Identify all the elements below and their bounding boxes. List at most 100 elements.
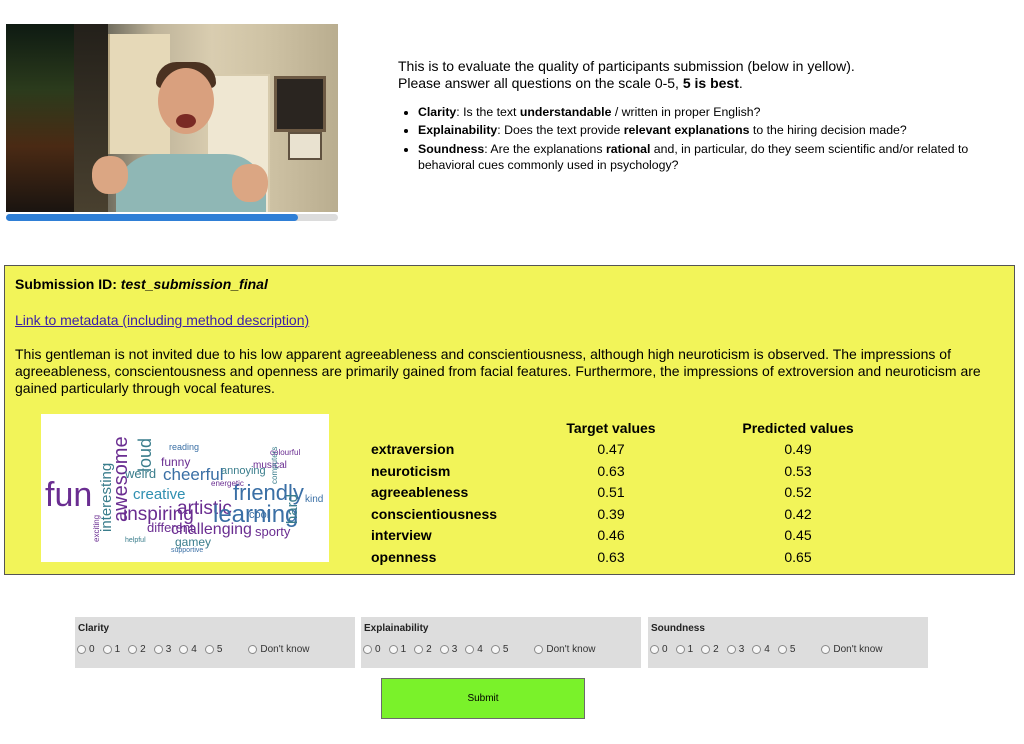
- criterion-t1: : Does the text provide: [497, 123, 624, 138]
- word-cloud-word: reading: [169, 442, 199, 452]
- criterion-t2: / written in proper English?: [611, 105, 761, 119]
- trait-predicted-value: 0.49: [784, 441, 812, 457]
- instructions-line2: Please answer all questions on the scale…: [398, 75, 1018, 92]
- trait-predicted-value: 0.52: [784, 484, 812, 501]
- predicted-values-header: Predicted values: [742, 420, 854, 436]
- instructions-line2-prefix: Please answer all questions on the scale…: [398, 75, 683, 91]
- video-frame[interactable]: [6, 24, 338, 212]
- radio-button[interactable]: [821, 645, 831, 654]
- word-cloud-word: weird: [124, 466, 156, 481]
- submit-button[interactable]: Submit: [381, 678, 585, 719]
- trait-predicted-value: 0.45: [784, 527, 812, 544]
- rating-option[interactable]: Don't know: [248, 644, 310, 655]
- trait-name: extraversion: [371, 441, 455, 457]
- radio-button[interactable]: [650, 645, 659, 654]
- rating-option[interactable]: 5: [204, 644, 223, 655]
- rating-option[interactable]: 0: [650, 644, 668, 655]
- rating-option[interactable]: 5: [490, 644, 509, 655]
- rating-option-label: 5: [789, 644, 796, 655]
- radio-button[interactable]: [388, 645, 398, 654]
- radio-button[interactable]: [752, 645, 762, 654]
- rating-option-label: 5: [502, 644, 509, 655]
- trait-name: conscientiousness: [371, 505, 498, 522]
- rating-option[interactable]: 4: [752, 644, 770, 655]
- radio-button[interactable]: [675, 645, 685, 654]
- radio-button[interactable]: [153, 645, 163, 654]
- rating-option-label: 3: [165, 644, 172, 655]
- trait-name: neuroticism: [371, 462, 451, 479]
- criterion-t2: to the hiring decision made?: [749, 123, 907, 138]
- word-cloud-word: fun: [45, 476, 92, 514]
- word-cloud-word: colourful: [270, 448, 300, 457]
- radio-button[interactable]: [439, 645, 449, 654]
- trait-predicted-value: 0.65: [784, 549, 812, 565]
- word-cloud-word: annoying: [221, 465, 266, 477]
- rating-option[interactable]: 5: [777, 644, 796, 655]
- trait-name: agreeableness: [371, 484, 469, 501]
- radio-button[interactable]: [414, 645, 424, 654]
- rating-option[interactable]: 1: [675, 644, 693, 655]
- rating-option-label: 1: [400, 644, 407, 655]
- radio-button[interactable]: [179, 645, 189, 654]
- rating-option-label: 0: [375, 644, 381, 655]
- criterion-name: Clarity: [418, 105, 457, 119]
- submission-id-label: Submission ID:: [15, 276, 121, 292]
- radio-button[interactable]: [534, 645, 544, 654]
- rating-option[interactable]: 2: [128, 644, 146, 655]
- trait-row-extraversion: extraversion 0.47 0.49: [371, 441, 911, 462]
- rating-option-label: Don't know: [546, 644, 596, 655]
- radio-button[interactable]: [726, 645, 736, 654]
- rating-option[interactable]: 4: [465, 644, 483, 655]
- radio-button[interactable]: [777, 645, 787, 654]
- criterion-explainability: Explainability: Does the text provide re…: [418, 122, 1018, 138]
- video-player[interactable]: [6, 24, 338, 221]
- word-cloud-image: fun interesting awesome loud cheerful funny we…: [41, 414, 329, 562]
- metadata-link[interactable]: Link to metadata (including method descr…: [15, 312, 309, 328]
- rating-label: Clarity: [78, 623, 110, 634]
- wall-poster: [6, 24, 74, 212]
- radio-button[interactable]: [248, 645, 258, 654]
- rating-option[interactable]: 3: [153, 644, 172, 655]
- word-cloud-word: cool: [249, 509, 269, 521]
- rating-option-label: Don't know: [833, 644, 883, 655]
- radio-button[interactable]: [204, 645, 214, 654]
- trait-row-neuroticism: neuroticism 0.63 0.53: [371, 463, 911, 484]
- trait-target-value: 0.63: [597, 549, 625, 565]
- criterion-b1: rational: [605, 141, 651, 156]
- rating-option[interactable]: 2: [414, 644, 432, 655]
- trait-target-value: 0.63: [597, 462, 625, 479]
- rating-option-label: Don't know: [260, 644, 310, 655]
- rating-option-label: 2: [713, 644, 719, 655]
- radio-button[interactable]: [102, 645, 112, 654]
- rating-option[interactable]: Don't know: [534, 644, 596, 655]
- rating-option[interactable]: 1: [388, 644, 407, 655]
- trait-target-value: 0.47: [597, 441, 625, 457]
- rating-option[interactable]: Don't know: [821, 644, 883, 655]
- rating-option[interactable]: 3: [439, 644, 457, 655]
- rating-option-label: 5: [216, 644, 223, 655]
- radio-button[interactable]: [363, 645, 372, 654]
- radio-button[interactable]: [77, 645, 86, 654]
- video-progress-bar[interactable]: [6, 214, 338, 221]
- radio-button[interactable]: [490, 645, 500, 654]
- radio-button[interactable]: [701, 645, 711, 654]
- rating-option[interactable]: 3: [726, 644, 744, 655]
- rating-option[interactable]: 0: [363, 644, 381, 655]
- radio-button[interactable]: [128, 645, 138, 654]
- rating-option-label: 2: [140, 644, 146, 655]
- rating-option-label: 0: [662, 644, 668, 655]
- person-left-fist: [92, 156, 128, 194]
- rating-option-label: 4: [764, 644, 770, 655]
- rating-soundness: Soundness 0 1 2 3 4 5 Don't know: [648, 617, 928, 668]
- instructions-line2-suffix: .: [738, 75, 743, 91]
- instructions-line2-bold: 5 is best: [682, 75, 739, 91]
- rating-option[interactable]: 2: [701, 644, 719, 655]
- trait-row-interview: interview 0.46 0.45: [371, 527, 911, 548]
- trait-row-agreeableness: agreeableness 0.51 0.52: [371, 484, 911, 505]
- rating-option[interactable]: 1: [102, 644, 120, 655]
- submission-description: This gentleman is not invited due to his…: [15, 346, 981, 396]
- rating-option[interactable]: 4: [179, 644, 197, 655]
- radio-button[interactable]: [465, 645, 475, 654]
- trait-row-openness: openness 0.63 0.65: [371, 549, 911, 570]
- rating-option[interactable]: 0: [77, 644, 95, 655]
